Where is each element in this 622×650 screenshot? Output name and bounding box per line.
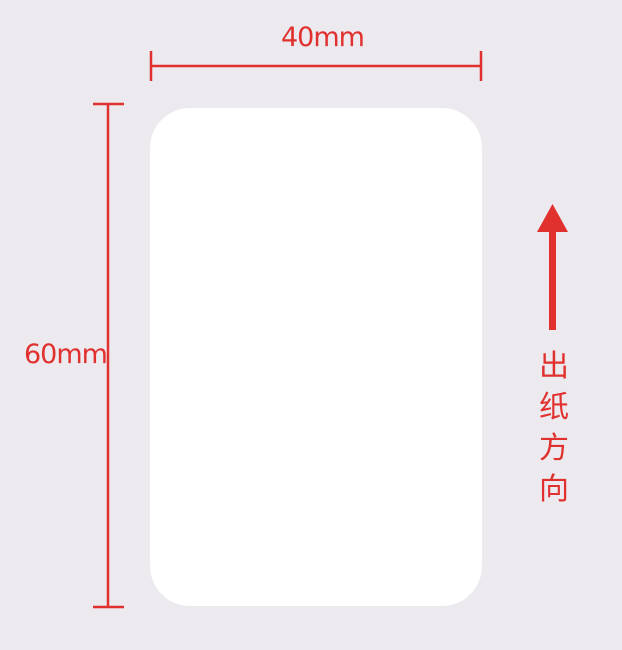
width-label: 40mm [281,22,365,53]
width-dimension-line [149,51,483,81]
feed-direction-label: 出纸方向 [539,349,569,507]
dimension-graphics [93,51,568,609]
height-label: 60mm [24,339,108,370]
arrow-up-icon [537,204,568,330]
